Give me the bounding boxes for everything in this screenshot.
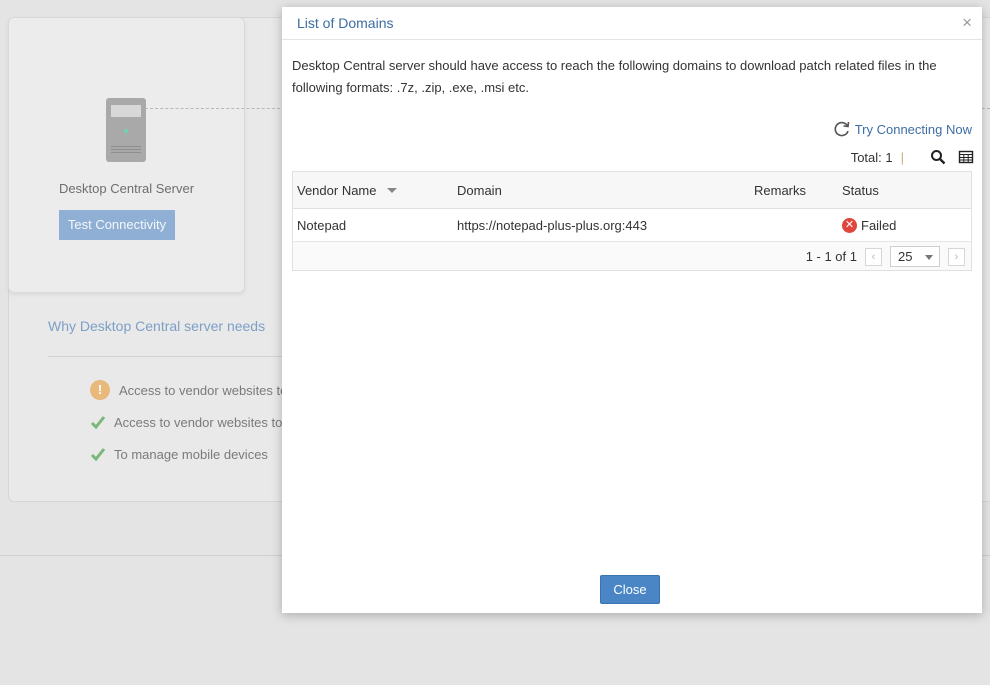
next-page-button[interactable]: › — [948, 247, 965, 266]
sort-down-icon[interactable] — [386, 187, 397, 193]
why-section-title: Why Desktop Central server needs — [48, 318, 266, 334]
total-count: Total: 1 — [850, 149, 893, 165]
cell-domain: https://notepad-plus-plus.org:443 — [457, 217, 648, 233]
column-header-remarks[interactable]: Remarks — [754, 172, 806, 208]
column-header-domain[interactable]: Domain — [457, 172, 502, 208]
table-row: Notepad https://notepad-plus-plus.org:44… — [293, 209, 971, 242]
dialog-description: Desktop Central server should have acces… — [292, 58, 937, 95]
cell-status: ✕ Failed — [842, 209, 896, 241]
server-label: Desktop Central Server — [58, 181, 195, 196]
dialog-title: List of Domains — [297, 15, 394, 31]
status-text: Failed — [861, 217, 897, 233]
why-item: To manage mobile devices — [90, 446, 268, 462]
warning-icon: ! — [90, 380, 110, 400]
grid-toolbar: Total: 1 | — [851, 149, 974, 165]
failed-icon: ✕ — [842, 217, 857, 233]
check-icon — [90, 416, 106, 430]
column-header-vendor-name[interactable]: Vendor Name — [297, 172, 397, 208]
try-connecting-now-link[interactable]: Try Connecting Now — [833, 120, 972, 138]
table-footer: 1 - 1 of 1 ‹ 25 › — [293, 242, 971, 270]
server-card: Desktop Central Server Test Connectivity — [8, 17, 245, 293]
column-header-status[interactable]: Status — [842, 172, 879, 208]
chevron-down-icon — [925, 255, 933, 260]
domains-table: Vendor Name Domain Remarks Status Notepa… — [292, 171, 972, 271]
server-icon — [106, 98, 146, 162]
prev-page-button[interactable]: ‹ — [865, 247, 882, 266]
search-icon[interactable] — [930, 149, 946, 165]
toolbar-separator: | — [900, 149, 904, 165]
refresh-icon — [834, 121, 849, 137]
table-header: Vendor Name Domain Remarks Status — [293, 172, 971, 209]
pagination: 1 - 1 of 1 ‹ 25 › — [806, 246, 965, 267]
why-item: Access to vendor websites to t — [90, 414, 290, 430]
list-of-domains-dialog: List of Domains × Desktop Central server… — [282, 7, 982, 613]
page-size-select[interactable]: 25 — [890, 246, 940, 267]
column-chooser-icon[interactable] — [958, 149, 974, 165]
cell-vendor-name: Notepad — [297, 217, 347, 233]
why-item: ! Access to vendor websites to — [90, 380, 287, 400]
close-icon[interactable]: × — [962, 13, 972, 33]
connection-line — [145, 108, 285, 109]
divider — [48, 356, 288, 357]
test-connectivity-button[interactable]: Test Connectivity — [59, 210, 175, 240]
dialog-header: List of Domains × — [282, 7, 982, 40]
page-range: 1 - 1 of 1 — [805, 249, 857, 264]
check-icon — [90, 448, 106, 462]
close-button[interactable]: Close — [600, 575, 660, 604]
